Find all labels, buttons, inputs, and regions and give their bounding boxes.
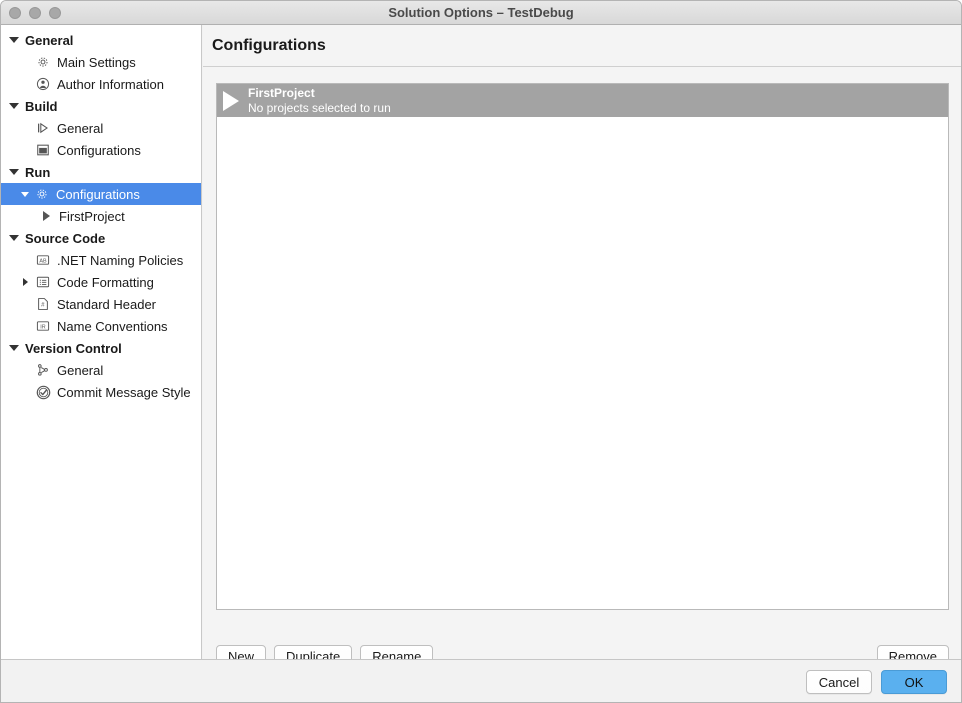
sidebar-item-firstproject[interactable]: FirstProject: [1, 205, 201, 227]
options-main-pane: Configurations FirstProject No projects …: [203, 25, 961, 668]
page-title: Configurations: [203, 25, 961, 67]
sidebar-item-label: Main Settings: [57, 54, 136, 70]
solution-options-window: Solution Options – TestDebug General Mai…: [0, 0, 962, 703]
play-arrow-icon: [223, 90, 239, 111]
sidebar-item-net-naming-policies[interactable]: AB .NET Naming Policies: [1, 249, 201, 271]
person-icon: [35, 76, 51, 92]
sidebar-item-label: Configurations: [56, 186, 140, 202]
disclosure-right-icon[interactable]: [23, 278, 28, 286]
sidebar-item-run-configurations[interactable]: Configurations: [1, 183, 201, 205]
svg-text:AB: AB: [39, 258, 47, 264]
sidebar-item-label: Configurations: [57, 142, 141, 158]
sidebar-item-label: Commit Message Style: [57, 384, 191, 400]
options-sidebar[interactable]: General Main Settings Author Information…: [1, 25, 202, 659]
build-arrow-icon: [35, 120, 51, 136]
disclosure-down-icon[interactable]: [9, 235, 19, 241]
sidebar-group-label: Run: [25, 164, 51, 180]
list-item[interactable]: FirstProject No projects selected to run: [217, 84, 948, 117]
sidebar-group-source-code[interactable]: Source Code: [1, 227, 201, 249]
ab-box-icon: AB: [35, 252, 51, 268]
sidebar-item-label: Standard Header: [57, 296, 157, 312]
disclosure-down-icon[interactable]: [21, 191, 29, 197]
dialog-footer-buttons: Cancel OK: [806, 670, 947, 694]
gear-icon: [35, 54, 51, 70]
ok-button[interactable]: OK: [881, 670, 947, 694]
sidebar-group-build[interactable]: Build: [1, 95, 201, 117]
sidebar-group-run[interactable]: Run: [1, 161, 201, 183]
sidebar-item-code-formatting[interactable]: Code Formatting: [1, 271, 201, 293]
sidebar-item-label: Code Formatting: [57, 274, 154, 290]
sidebar-item-label: Name Conventions: [57, 318, 168, 334]
window-title: Solution Options – TestDebug: [388, 5, 574, 20]
hash-document-icon: #: [35, 296, 51, 312]
window-titlebar: Solution Options – TestDebug: [1, 1, 961, 25]
disclosure-down-icon[interactable]: [9, 345, 19, 351]
list-item-title: FirstProject: [248, 85, 315, 100]
play-arrow-icon: [43, 211, 50, 221]
sidebar-item-version-control-general[interactable]: General: [1, 359, 201, 381]
sidebar-group-label: Source Code: [25, 230, 106, 246]
window-icon: [35, 142, 51, 158]
sidebar-item-main-settings[interactable]: Main Settings: [1, 51, 201, 73]
svg-text:#: #: [41, 302, 45, 309]
sidebar-item-label: FirstProject: [59, 208, 125, 224]
sidebar-item-standard-header[interactable]: # Standard Header: [1, 293, 201, 315]
disclosure-down-icon[interactable]: [9, 37, 19, 43]
check-circle-icon: [35, 384, 51, 400]
sidebar-item-label: Author Information: [57, 76, 164, 92]
disclosure-down-icon[interactable]: [9, 169, 19, 175]
sidebar-group-label: General: [25, 32, 74, 48]
sidebar-group-label: Build: [25, 98, 58, 114]
configurations-list[interactable]: FirstProject No projects selected to run: [216, 83, 949, 610]
sidebar-item-build-general[interactable]: General: [1, 117, 201, 139]
cancel-button[interactable]: Cancel: [806, 670, 872, 694]
sidebar-item-label: .NET Naming Policies: [57, 252, 184, 268]
list-item-subtitle: No projects selected to run: [248, 100, 391, 115]
dialog-footer: Cancel OK: [1, 659, 961, 702]
sidebar-item-name-conventions[interactable]: IR Name Conventions: [1, 315, 201, 337]
list-box-icon: [35, 274, 51, 290]
sidebar-item-label: General: [57, 120, 104, 136]
sidebar-group-general[interactable]: General: [1, 29, 201, 51]
sidebar-item-label: General: [57, 362, 104, 378]
sidebar-group-version-control[interactable]: Version Control: [1, 337, 201, 359]
ir-box-icon: IR: [35, 318, 51, 334]
svg-text:IR: IR: [40, 324, 46, 330]
list-item-text: FirstProject No projects selected to run: [248, 86, 391, 116]
sidebar-item-author-information[interactable]: Author Information: [1, 73, 201, 95]
sidebar-item-commit-message-style[interactable]: Commit Message Style: [1, 381, 201, 403]
branch-icon: [35, 362, 51, 378]
disclosure-down-icon[interactable]: [9, 103, 19, 109]
gear-icon: [34, 186, 50, 202]
sidebar-item-build-configurations[interactable]: Configurations: [1, 139, 201, 161]
sidebar-group-label: Version Control: [25, 340, 122, 356]
